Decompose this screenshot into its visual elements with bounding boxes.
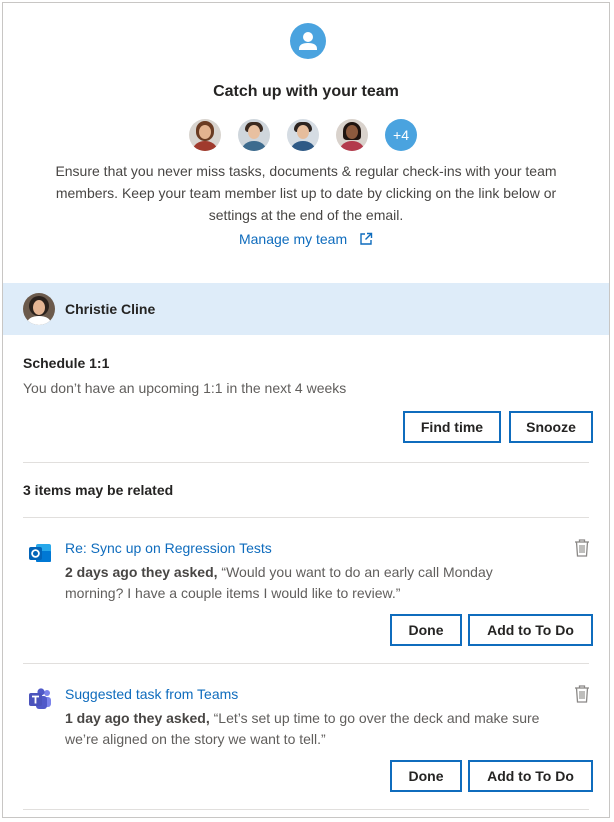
related-item-prefix: 2 days ago they asked,	[65, 564, 218, 580]
team-avatars: +4	[189, 119, 417, 151]
divider	[23, 462, 589, 463]
avatar[interactable]	[336, 119, 368, 151]
person-name: Christie Cline	[65, 301, 156, 317]
schedule-title: Schedule 1:1	[23, 355, 110, 371]
related-item-prefix: 1 day ago they asked,	[65, 710, 210, 726]
find-time-button[interactable]: Find time	[403, 411, 501, 443]
avatar[interactable]	[238, 119, 270, 151]
avatar[interactable]	[23, 293, 55, 325]
related-item-text: 1 day ago they asked, “Let’s set up time…	[65, 708, 553, 750]
page-title: Catch up with your team	[213, 83, 399, 100]
schedule-text: You don’t have an upcoming 1:1 in the ne…	[23, 380, 347, 396]
more-members-badge[interactable]: +4	[385, 119, 417, 151]
email-card: Catch up with your team +4 Ensure that y…	[2, 2, 610, 818]
avatar[interactable]	[287, 119, 319, 151]
divider	[23, 663, 589, 664]
done-button[interactable]: Done	[390, 614, 462, 646]
add-to-todo-button[interactable]: Add to To Do	[468, 760, 593, 792]
trash-icon[interactable]	[573, 538, 591, 558]
avatar[interactable]	[189, 119, 221, 151]
person-circle-icon	[290, 23, 326, 59]
outlook-icon	[29, 544, 51, 562]
related-item-text: 2 days ago they asked, “Would you want t…	[65, 562, 553, 604]
related-title: 3 items may be related	[23, 482, 174, 498]
related-item-link[interactable]: Re: Sync up on Regression Tests	[65, 540, 272, 556]
header-description: Ensure that you never miss tasks, docume…	[55, 163, 557, 223]
team-header: Catch up with your team +4 Ensure that y…	[3, 3, 609, 281]
trash-icon[interactable]	[573, 684, 591, 704]
manage-team-link-row: Manage my team	[3, 231, 609, 247]
person-header: Christie Cline	[3, 283, 609, 335]
snooze-button[interactable]: Snooze	[509, 411, 593, 443]
related-item-link[interactable]: Suggested task from Teams	[65, 686, 238, 702]
divider	[23, 809, 589, 810]
manage-team-link[interactable]: Manage my team	[239, 231, 347, 247]
teams-icon	[29, 688, 51, 709]
external-link-icon[interactable]	[359, 232, 373, 246]
done-button[interactable]: Done	[390, 760, 462, 792]
add-to-todo-button[interactable]: Add to To Do	[468, 614, 593, 646]
divider	[23, 517, 589, 518]
